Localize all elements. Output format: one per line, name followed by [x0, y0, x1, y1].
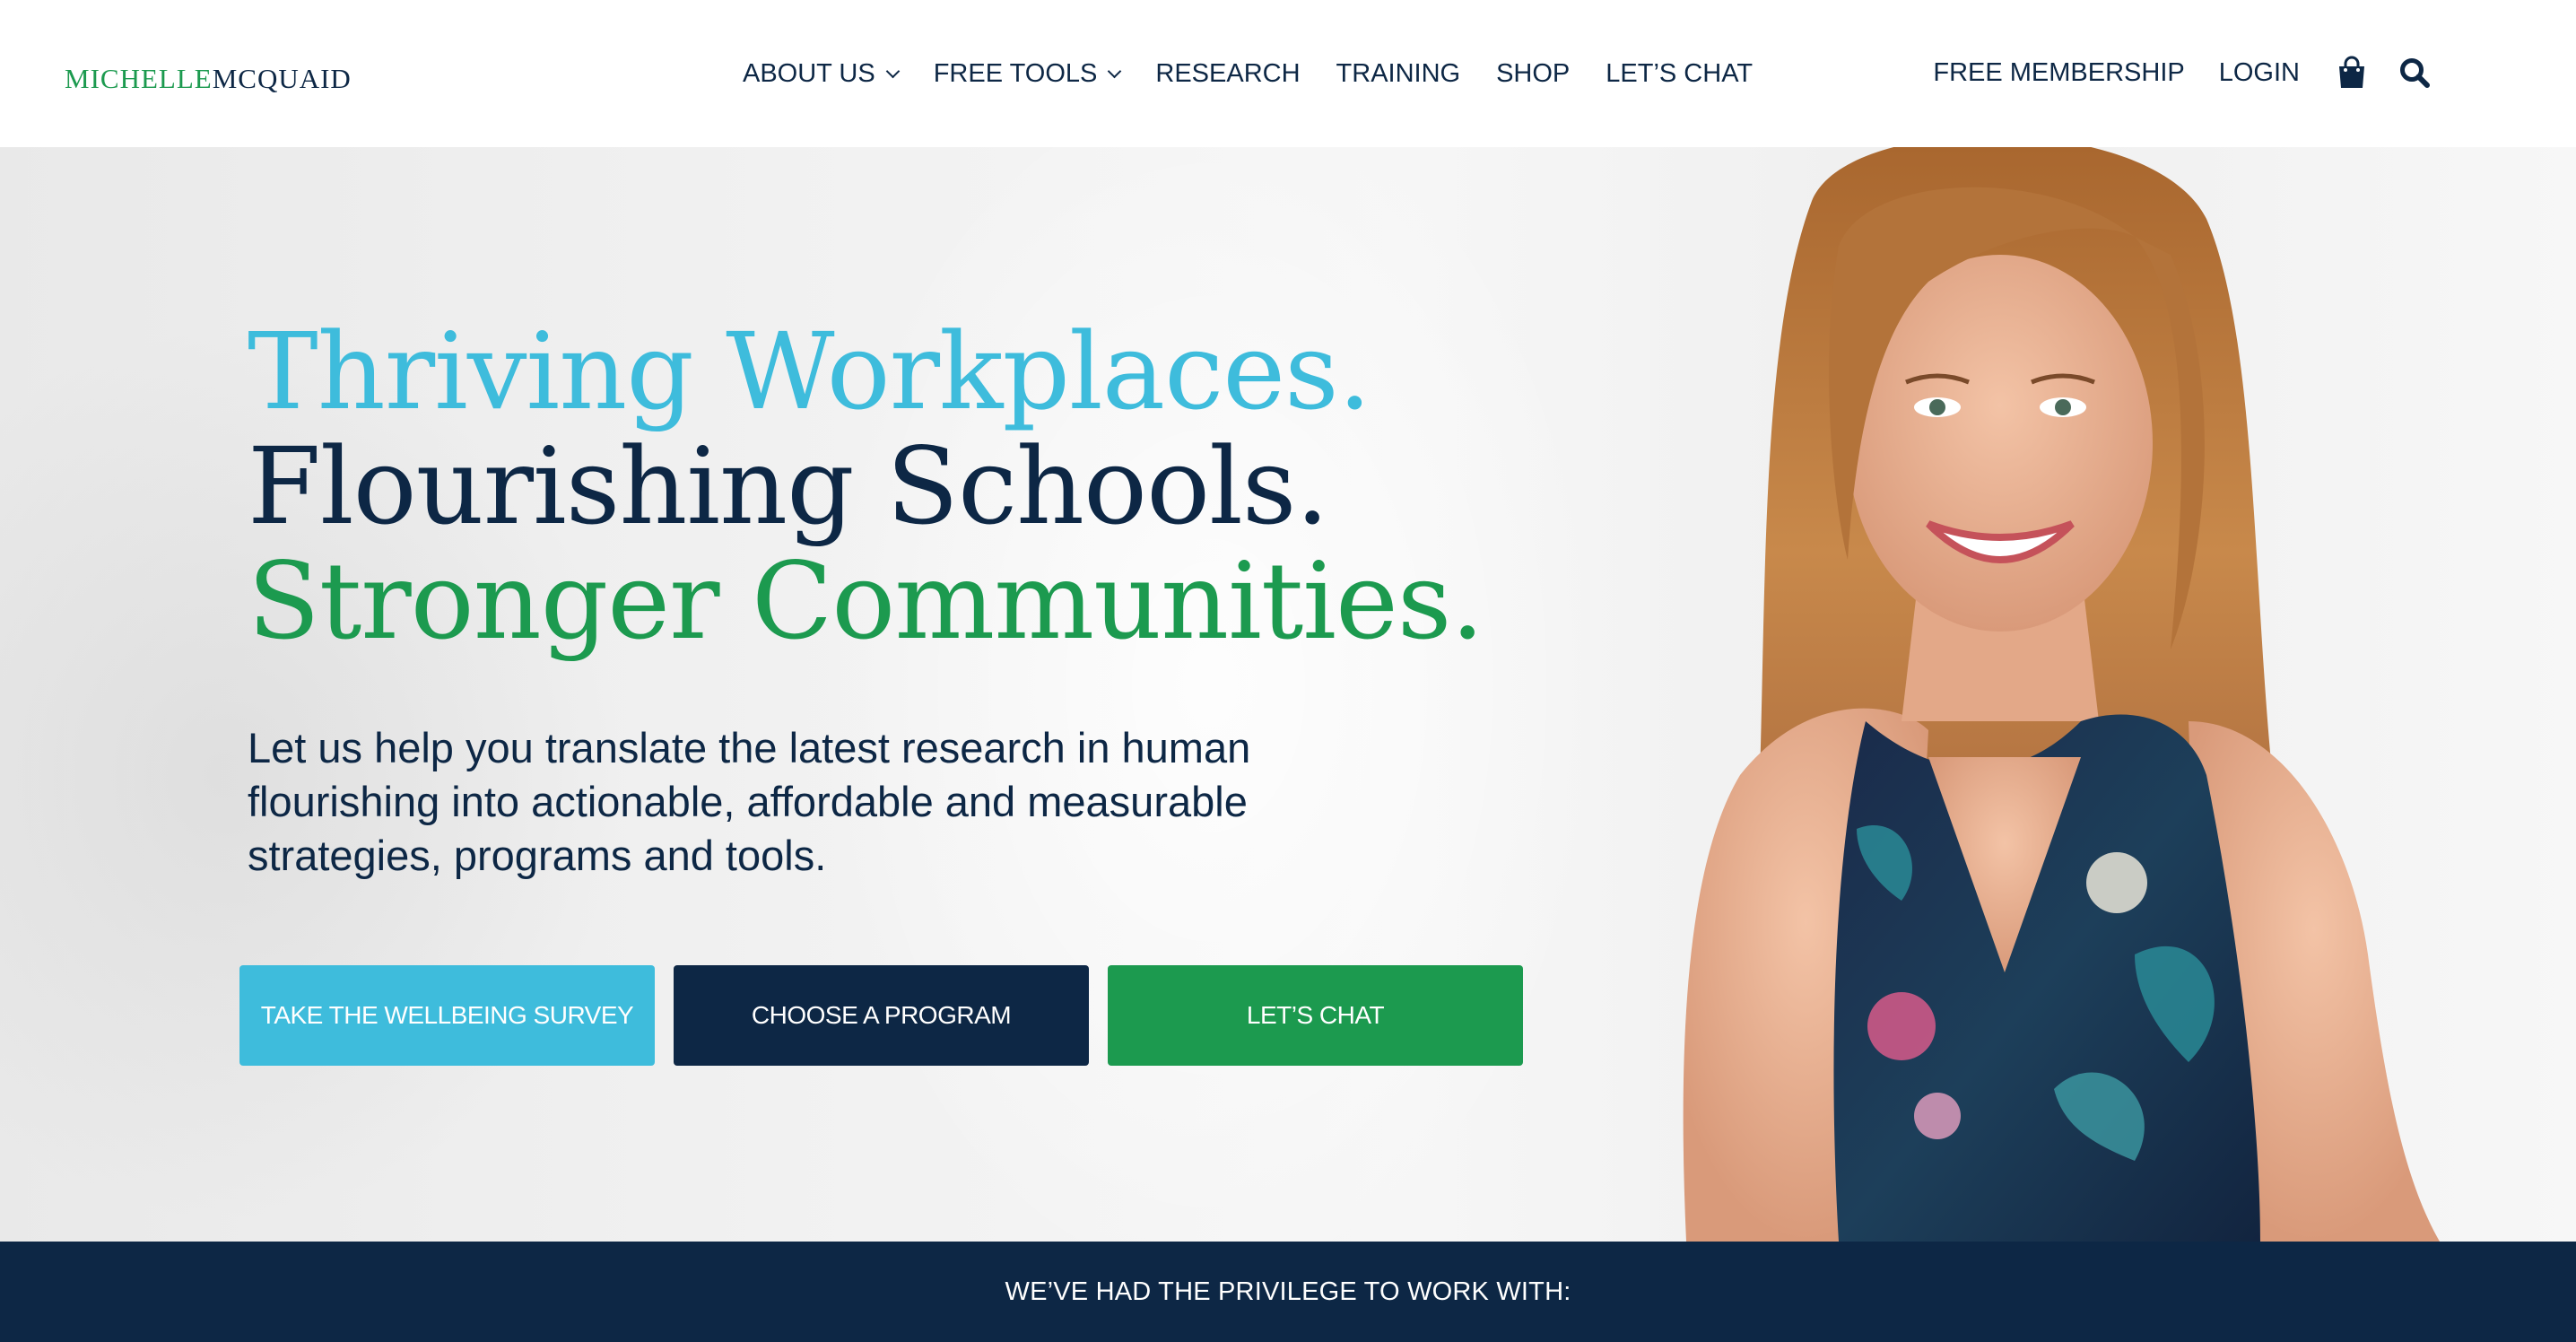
nav-item-label: LET’S CHAT: [1606, 58, 1754, 88]
nav-item-label: TRAINING: [1336, 58, 1461, 88]
search-icon[interactable]: [2397, 55, 2432, 91]
nav-item-shop[interactable]: SHOP: [1496, 59, 1570, 89]
hero-subtext: Let us help you translate the latest res…: [248, 724, 1251, 879]
logo-last-name: mcquaid: [212, 53, 352, 97]
utility-nav: FREE MEMBERSHIP LOGIN: [1933, 48, 2432, 97]
clients-strip-label: WE’VE HAD THE PRIVILEGE TO WORK WITH:: [1005, 1277, 1571, 1306]
nav-item-label: RESEARCH: [1155, 58, 1301, 88]
logo-first-name: michelle: [65, 53, 213, 97]
nav-item-label: ABOUT US: [743, 58, 875, 88]
take-wellbeing-survey-button[interactable]: TAKE THE WELLBEING SURVEY: [239, 965, 655, 1066]
chevron-down-icon: [1108, 64, 1122, 78]
nav-item-label: SHOP: [1496, 58, 1571, 88]
lets-chat-button[interactable]: LET’S CHAT: [1108, 965, 1523, 1066]
hero-headline: Thriving Workplaces. Flourishing Schools…: [248, 314, 1593, 658]
nav-item-lets-chat[interactable]: LET’S CHAT: [1606, 59, 1753, 89]
nav-item-free-tools[interactable]: FREE TOOLS: [933, 58, 1122, 89]
nav-item-training[interactable]: TRAINING: [1336, 59, 1461, 89]
free-membership-link[interactable]: FREE MEMBERSHIP: [1933, 58, 2184, 88]
hero-section: Thriving Workplaces. Flourishing Schools…: [0, 147, 2576, 1242]
headline-line-workplaces: Thriving Workplaces.: [248, 309, 1371, 433]
headline-line-schools: Flourishing Schools.: [248, 424, 1329, 548]
site-header: michelle mcquaid ABOUT US FREE TOOLS RESE…: [0, 0, 2576, 147]
clients-strip: WE’VE HAD THE PRIVILEGE TO WORK WITH:: [0, 1242, 2576, 1342]
hero-portrait-image: [1683, 147, 2440, 1242]
nav-item-about-us[interactable]: ABOUT US: [743, 58, 900, 89]
choose-program-button[interactable]: CHOOSE A PROGRAM: [674, 965, 1089, 1066]
login-link[interactable]: LOGIN: [2219, 58, 2300, 88]
shopping-bag-icon[interactable]: [2334, 55, 2370, 91]
headline-line-communities: Stronger Communities.: [248, 539, 1484, 663]
chevron-down-icon: [885, 64, 900, 78]
site-logo[interactable]: michelle mcquaid: [65, 52, 352, 102]
main-nav: ABOUT US FREE TOOLS RESEARCH TRAINING SH…: [743, 50, 1753, 97]
hero-cta-group: TAKE THE WELLBEING SURVEY CHOOSE A PROGR…: [239, 965, 1523, 1066]
nav-item-label: FREE TOOLS: [933, 58, 1098, 88]
nav-item-research[interactable]: RESEARCH: [1155, 59, 1300, 89]
